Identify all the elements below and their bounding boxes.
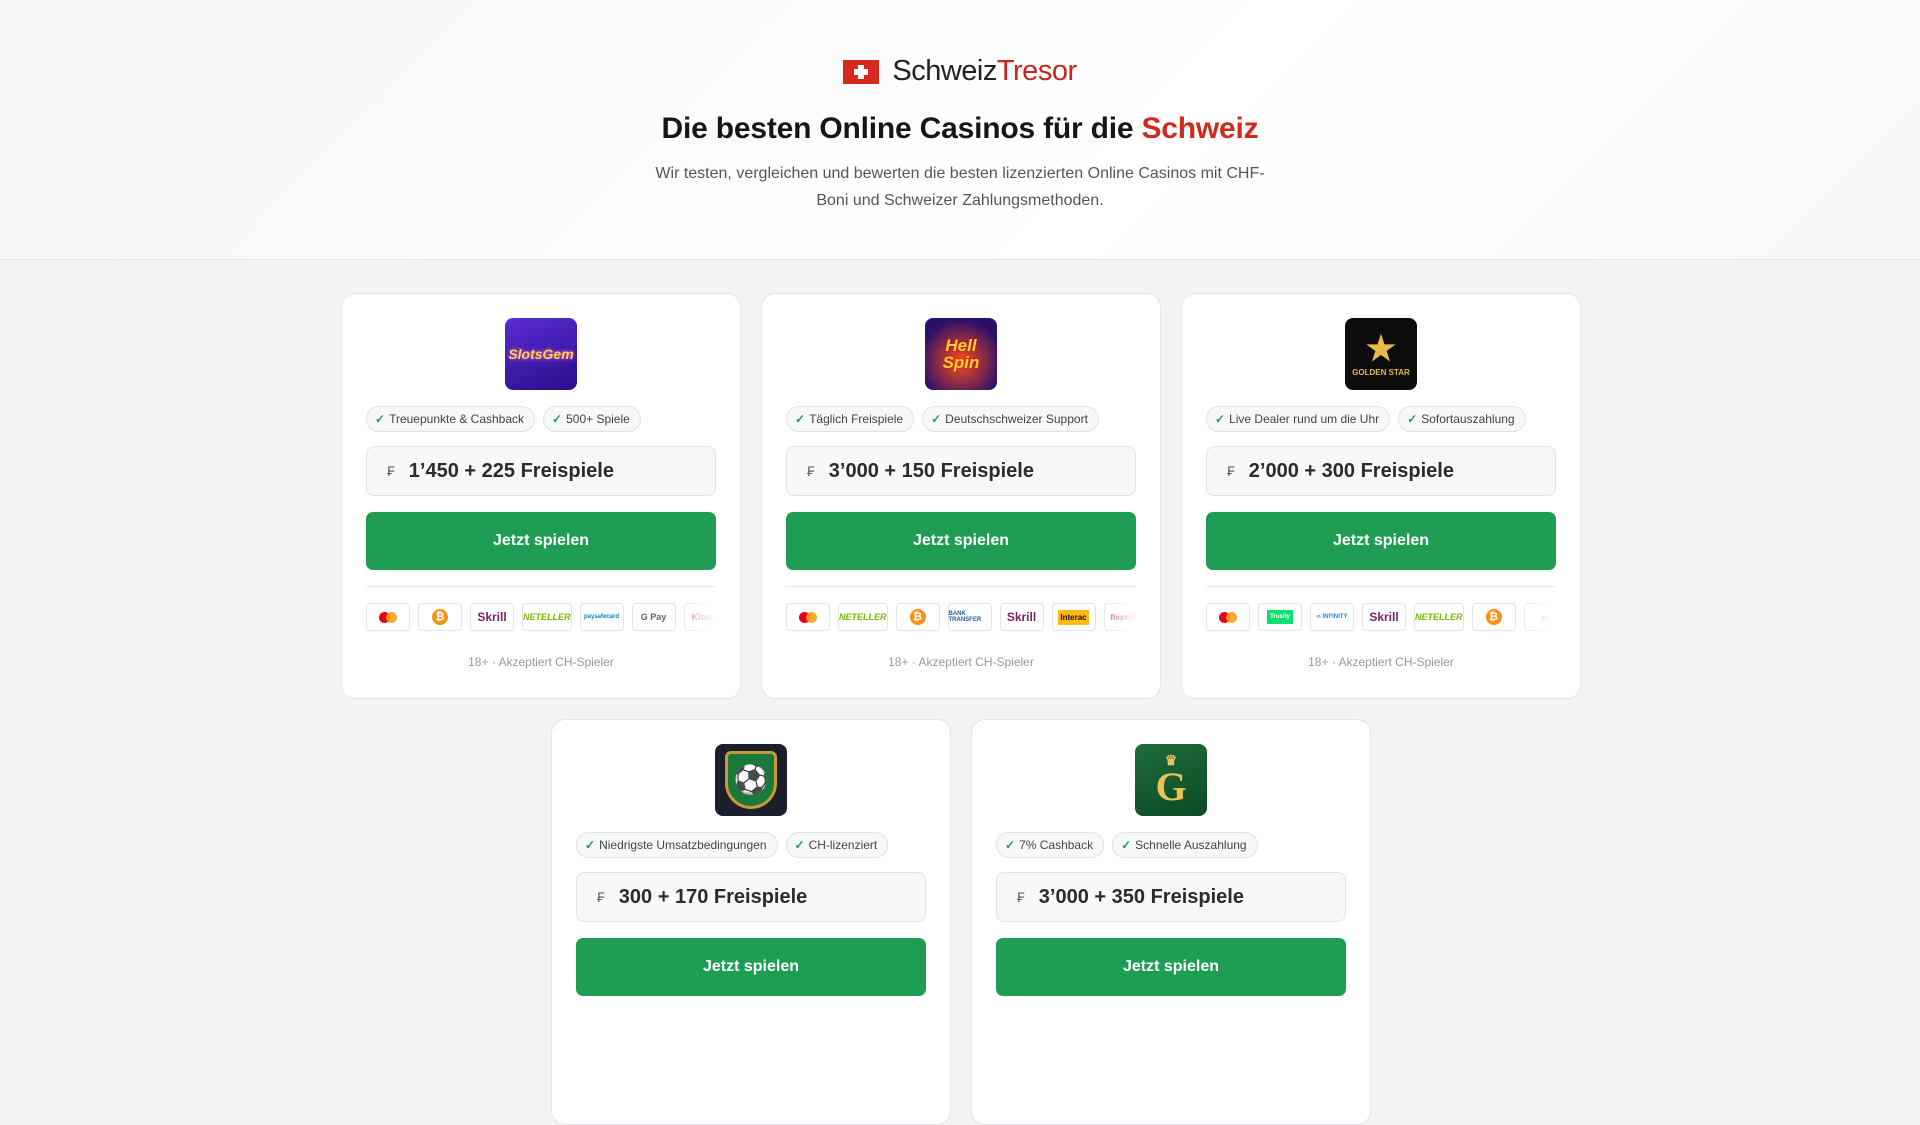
page-subtitle: Wir testen, vergleichen und bewerten die… [655, 164, 1265, 209]
paysafecard-icon: paysafecard [579, 603, 624, 631]
feature-badge: ✓ Schnelle Auszahlung [1112, 832, 1258, 858]
payment-methods: ₿ Skrill NETELLER paysafecard G Pay Klar… [366, 603, 716, 631]
play-now-button[interactable]: Jetzt spielen [996, 938, 1346, 996]
check-icon: ✓ [795, 412, 806, 426]
payment-methods: NETELLER ₿ BANK TRANSFER Skrill Interac … [786, 603, 1136, 631]
bonus-box: ₣ 3’000 + 350 Freispiele [996, 872, 1346, 922]
bonus-box: ₣ 2’000 + 300 Freispiele [1206, 446, 1556, 496]
bonus-box: ₣ 1’450 + 225 Freispiele [366, 446, 716, 496]
neteller-icon: NETELLER [522, 603, 572, 631]
divider [366, 586, 716, 587]
trustly-icon: Trustly [1258, 603, 1302, 631]
soccer-ball-icon: ⚽ [725, 751, 777, 809]
age-disclaimer: 18+ · Akzeptiert CH-Spieler [468, 655, 614, 669]
page-title-accent: Schweiz [1141, 111, 1259, 145]
check-icon: ✓ [1121, 838, 1132, 852]
feature-badge: ✓ Täglich Freispiele [786, 406, 915, 432]
casino-card: ★ GOLDEN STAR ✓ Live Dealer rund um die U… [1181, 293, 1581, 699]
skrill-icon: Skrill [470, 603, 514, 631]
casino-logo-soccer-shield[interactable]: ⚽ [715, 744, 787, 816]
feature-list: ✓ 7% Cashback ✓ Schnelle Auszahlung [996, 832, 1346, 858]
site-logo[interactable]: SchweizTresor [843, 55, 1077, 88]
infinity-icon: ∞ INFINITY [1310, 603, 1354, 631]
casino-card: ♛ G ✓ 7% Cashback ✓ Schnelle Auszahlung ₣ … [971, 719, 1371, 1125]
bonus-amount: 3’000 + 350 Freispiele [1038, 885, 1244, 908]
check-icon: ✓ [552, 412, 563, 426]
flexepin-icon: flexepin [1103, 603, 1136, 631]
chf-currency-icon: ₣ [597, 889, 605, 905]
feature-list: ✓ Treuepunkte & Cashback ✓ 500+ Spiele [366, 406, 716, 432]
feature-badge: ✓ Live Dealer rund um die Uhr [1206, 406, 1391, 432]
casino-card: SlotsGem ✓ Treuepunkte & Cashback ✓ 500+ S… [341, 293, 741, 699]
casino-logo-slotsgem[interactable]: SlotsGem [505, 318, 577, 390]
feature-list: ✓ Täglich Freispiele ✓ Deutschschweizer Su… [786, 406, 1136, 432]
bonus-amount: 300 + 170 Freispiele [618, 885, 808, 908]
chf-currency-icon: ₣ [807, 463, 815, 479]
neteller-icon: NETELLER [838, 603, 888, 631]
brand-name-part2: Tresor [996, 55, 1077, 87]
feature-list: ✓ Niedrigste Umsatzbedingungen ✓ CH-lizenz… [576, 832, 926, 858]
bonus-amount: 2’000 + 300 Freispiele [1248, 459, 1454, 482]
check-icon: ✓ [794, 838, 805, 852]
bonus-amount: 3’000 + 150 Freispiele [828, 459, 1034, 482]
chf-currency-icon: ₣ [1017, 889, 1025, 905]
neteller-icon: NETELLER [1414, 603, 1464, 631]
check-icon: ✓ [931, 412, 942, 426]
feature-badge: ✓ Niedrigste Umsatzbedingungen [576, 832, 778, 858]
swiss-flag-icon [843, 59, 880, 84]
feature-badge: ✓ 7% Cashback [996, 832, 1105, 858]
mastercard-icon [1206, 603, 1250, 631]
casino-logo-g-crown[interactable]: ♛ G [1135, 744, 1207, 816]
google-pay-icon: G Pay [631, 603, 676, 631]
check-icon: ✓ [585, 838, 596, 852]
feature-badge: ✓ Sofortauszahlung [1398, 406, 1526, 432]
feature-badge: ✓ Treuepunkte & Cashback [366, 406, 536, 432]
voucher-icon: ▭ [1523, 603, 1556, 631]
play-now-button[interactable]: Jetzt spielen [1206, 512, 1556, 570]
page-title: Die besten Online Casinos für die Schwei… [661, 111, 1259, 145]
check-icon: ✓ [375, 412, 386, 426]
interac-icon: Interac [1051, 603, 1096, 631]
age-disclaimer: 18+ · Akzeptiert CH-Spieler [1308, 655, 1454, 669]
mastercard-icon [366, 603, 410, 631]
chf-currency-icon: ₣ [1227, 463, 1235, 479]
payment-methods: Trustly ∞ INFINITY Skrill NETELLER ₿ ▭ [1206, 603, 1556, 631]
skrill-icon: Skrill [999, 603, 1044, 631]
bitcoin-icon: ₿ [1471, 603, 1516, 631]
hero-header: SchweizTresor Die besten Online Casinos … [0, 0, 1920, 260]
bank-transfer-icon: BANK TRANSFER [947, 603, 992, 631]
age-disclaimer: 18+ · Akzeptiert CH-Spieler [888, 655, 1034, 669]
play-now-button[interactable]: Jetzt spielen [366, 512, 716, 570]
bitcoin-icon: ₿ [895, 603, 940, 631]
mastercard-icon [786, 603, 830, 631]
divider [1206, 586, 1556, 587]
divider [786, 586, 1136, 587]
casino-card: ⚽ ✓ Niedrigste Umsatzbedingungen ✓ CH-lize… [551, 719, 951, 1125]
bonus-box: ₣ 300 + 170 Freispiele [576, 872, 926, 922]
brand-name-part1: Schweiz [892, 55, 997, 87]
play-now-button[interactable]: Jetzt spielen [576, 938, 926, 996]
check-icon: ✓ [1005, 838, 1016, 852]
feature-badge: ✓ 500+ Spiele [543, 406, 641, 432]
bitcoin-icon: ₿ [418, 603, 462, 631]
feature-badge: ✓ CH-lizenziert [785, 832, 889, 858]
casino-card: Hell Spin ✓ Täglich Freispiele ✓ Deutschsc… [761, 293, 1161, 699]
bonus-box: ₣ 3’000 + 150 Freispiele [786, 446, 1136, 496]
play-now-button[interactable]: Jetzt spielen [786, 512, 1136, 570]
feature-badge: ✓ Deutschschweizer Support [922, 406, 1099, 432]
star-icon: ★ [1365, 330, 1397, 368]
check-icon: ✓ [1215, 412, 1226, 426]
check-icon: ✓ [1407, 412, 1418, 426]
feature-list: ✓ Live Dealer rund um die Uhr ✓ Sofortausz… [1206, 406, 1556, 432]
casino-logo-hellspin[interactable]: Hell Spin [925, 318, 997, 390]
klarna-icon: Klarna [683, 603, 716, 631]
skrill-icon: Skrill [1362, 603, 1406, 631]
casino-logo-goldenstar[interactable]: ★ GOLDEN STAR [1345, 318, 1417, 390]
chf-currency-icon: ₣ [387, 463, 395, 479]
bonus-amount: 1’450 + 225 Freispiele [408, 459, 614, 482]
